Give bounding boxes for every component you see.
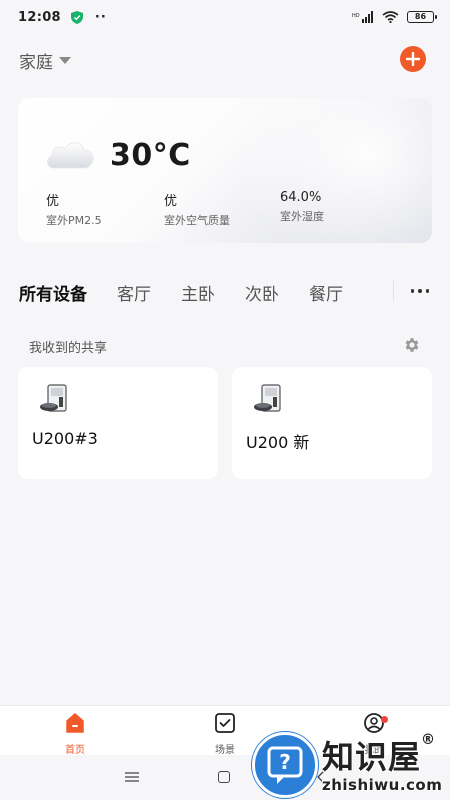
more-dot-icon [410, 289, 414, 293]
air-quality-value: 优 [164, 194, 178, 209]
notification-badge [381, 716, 388, 723]
air-quality-label: 室外空气质量 [164, 214, 230, 227]
add-device-button[interactable] [400, 46, 426, 72]
robot-vacuum-station-icon [254, 384, 281, 412]
status-bar: 12:08 ·· HD 86 [0, 0, 450, 34]
wifi-icon [382, 11, 399, 23]
question-bubble-icon: ? [267, 746, 303, 784]
device-card[interactable]: U200 新 [232, 367, 432, 479]
weather-pm25: 优 室外PM2.5 [46, 190, 102, 228]
system-home-button[interactable] [218, 771, 230, 783]
tab-living-room[interactable]: 客厅 [117, 280, 151, 305]
watermark-cn-text: 知识屋 [322, 738, 422, 776]
temperature: 30°C [110, 138, 191, 173]
weather-air-quality: 优 室外空气质量 [164, 190, 230, 228]
menu-icon[interactable] [125, 772, 139, 782]
humidity-value: 64.0% [280, 190, 322, 205]
gear-icon[interactable] [403, 336, 421, 354]
tab-all-devices[interactable]: 所有设备 [19, 280, 87, 305]
tab-second-bedroom[interactable]: 次卧 [245, 280, 279, 305]
nav-scene[interactable]: 场景 [195, 712, 255, 757]
signal-icon: HD [352, 11, 373, 23]
nav-home[interactable]: 首页 [45, 712, 105, 757]
scene-check-icon [215, 713, 235, 733]
tab-dining-room[interactable]: 餐厅 [309, 280, 343, 305]
home-selector[interactable]: 家庭 [19, 48, 71, 73]
shared-section-title: 我收到的共享 [29, 341, 108, 356]
weather-humidity: 64.0% 室外湿度 [280, 190, 324, 224]
battery-indicator: 86 [407, 11, 437, 23]
status-time: 12:08 [18, 9, 61, 25]
plus-icon [406, 52, 420, 66]
cloud-icon [46, 142, 94, 169]
device-name: U200 新 [246, 433, 310, 452]
weather-card[interactable]: 30°C 优 室外PM2.5 优 室外空气质量 64.0% 室外湿度 [18, 98, 432, 243]
signal-hd-label: HD [352, 13, 360, 19]
more-dot-icon [425, 289, 429, 293]
svg-text:?: ? [279, 750, 291, 774]
chevron-down-icon [59, 57, 71, 64]
more-dot-icon [418, 289, 422, 293]
watermark-en: zhishiwu.com [322, 776, 443, 794]
tab-master-bedroom[interactable]: 主卧 [181, 280, 215, 305]
room-tabs: 所有设备 客厅 主卧 次卧 餐厅 [19, 280, 373, 305]
humidity-label: 室外湿度 [280, 210, 324, 223]
home-icon [66, 713, 84, 733]
shield-icon [70, 10, 83, 24]
robot-vacuum-station-icon [40, 384, 67, 412]
device-card[interactable]: U200#3 [18, 367, 218, 479]
device-name: U200#3 [32, 429, 98, 448]
watermark-reg: ® [421, 732, 437, 748]
pm25-label: 室外PM2.5 [46, 214, 102, 227]
pm25-value: 优 [46, 194, 60, 209]
watermark-cn: 知识屋® [322, 732, 436, 778]
watermark: ? 知识屋® zhishiwu.com [250, 728, 450, 800]
home-name: 家庭 [19, 53, 53, 73]
watermark-logo: ? [252, 732, 318, 798]
notification-dots: ·· [94, 9, 107, 25]
more-tabs-button[interactable] [393, 281, 433, 301]
